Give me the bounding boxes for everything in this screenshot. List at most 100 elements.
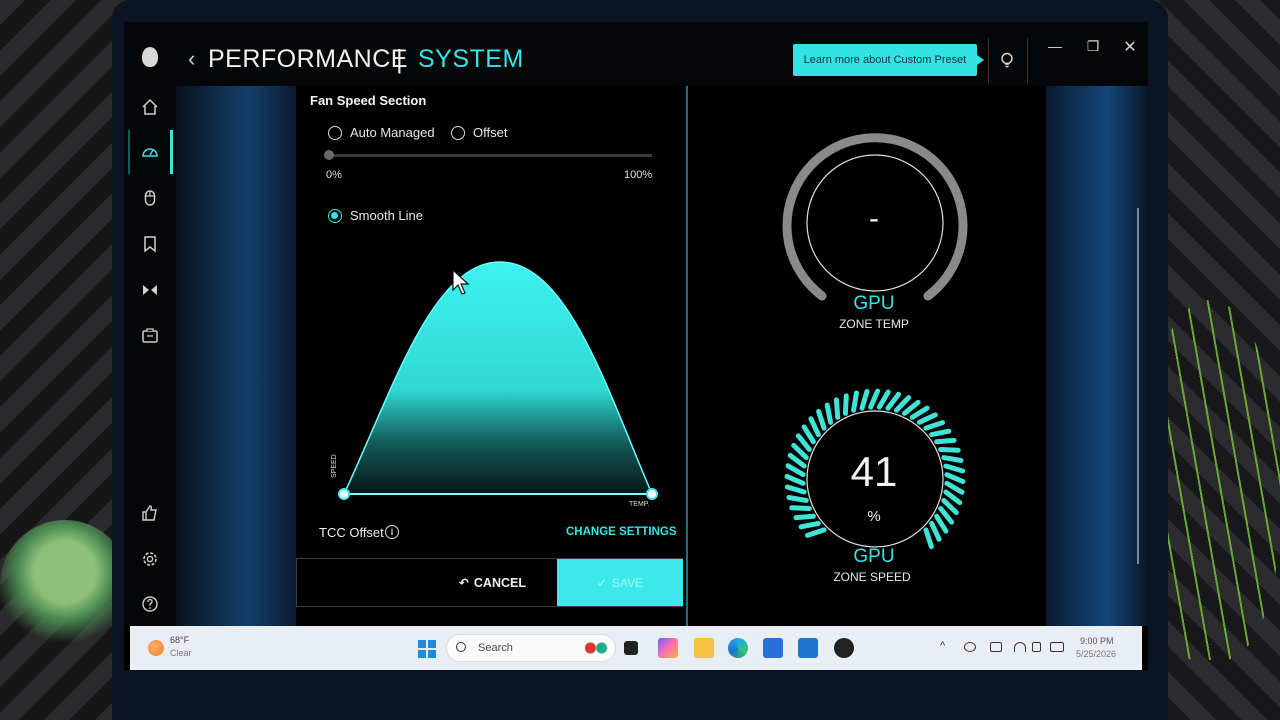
earbuds-icon: [143, 285, 157, 295]
speed-gauge-segment: [938, 446, 961, 453]
back-chevron-icon[interactable]: ‹: [188, 48, 195, 70]
close-button[interactable]: ✕: [1115, 37, 1145, 57]
tcc-offset-label: TCC Offset: [319, 525, 384, 540]
panel-divider: [686, 86, 688, 626]
background-glow: [1046, 86, 1148, 626]
fan-speed-section-title: Fan Speed Section: [310, 93, 427, 108]
weather-icon[interactable]: [148, 640, 164, 656]
clock-time[interactable]: 9:00 PM: [1080, 636, 1114, 646]
zone-speed-label: ZONE SPEED: [833, 570, 911, 584]
custom-preset-tooltip[interactable]: Learn more about Custom Preset: [793, 44, 984, 76]
sidebar-item-library[interactable]: [124, 224, 176, 264]
speed-gauge-segment: [804, 527, 827, 538]
save-button[interactable]: ✓ SAVE: [557, 559, 683, 606]
cancel-button[interactable]: ↶ CANCEL: [296, 558, 556, 607]
check-icon: ✓: [596, 575, 607, 590]
speedometer-icon: [142, 148, 158, 157]
offset-radio[interactable]: [451, 126, 465, 140]
speed-gauge-segment: [916, 412, 938, 425]
info-icon[interactable]: i: [385, 525, 399, 539]
edge-browser-icon[interactable]: [728, 638, 748, 658]
keyboard-icon[interactable]: [990, 642, 1002, 652]
home-icon: [142, 98, 158, 115]
clock-date[interactable]: 5/25/2026: [1076, 649, 1116, 659]
weather-temp[interactable]: 68°F: [170, 635, 189, 645]
speed-gauge-segment: [943, 463, 966, 474]
slider-max-label: 100%: [624, 169, 653, 181]
gear-icon: [143, 552, 157, 566]
minimize-button[interactable]: —: [1040, 38, 1070, 54]
taskbar: 68°F Clear Search ^ 9:00 PM 5/25/2026: [130, 626, 1142, 670]
offset-label[interactable]: Offset: [473, 125, 507, 140]
thumbs-up-icon: [142, 505, 157, 521]
title-bar: ‹ PERFORMANCE | SYSTEM Learn more about …: [124, 22, 1148, 86]
sidebar-item-mouse[interactable]: [124, 178, 176, 218]
offset-slider-track[interactable]: [328, 154, 652, 157]
smooth-line-radio[interactable]: [328, 209, 342, 223]
speed-gauge-segment: [934, 513, 949, 534]
tray-chevron-icon[interactable]: ^: [940, 640, 945, 652]
search-label[interactable]: Search: [478, 642, 513, 654]
cancel-label: CANCEL: [473, 575, 526, 590]
sidebar-item-console[interactable]: [124, 316, 176, 356]
speed-gauge-segment: [833, 397, 841, 420]
fan-curve-graph[interactable]: SPEED TEMP.: [322, 242, 662, 512]
file-explorer-icon[interactable]: [694, 638, 714, 658]
alienware-app-icon[interactable]: [834, 638, 854, 658]
battery-icon[interactable]: [1050, 642, 1064, 652]
speed-gauge-segment: [842, 393, 849, 416]
sidebar-item-home[interactable]: [124, 87, 176, 127]
speed-gauge-segment: [851, 390, 859, 413]
page-title: PERFORMANCE: [208, 45, 408, 73]
page-subtitle: SYSTEM: [418, 45, 524, 73]
gpu-speed-unit: %: [867, 508, 881, 525]
sidebar-item-performance[interactable]: [124, 132, 176, 172]
sidebar-item-help[interactable]: [124, 584, 176, 624]
scrollbar[interactable]: [1137, 208, 1139, 564]
windows-start-icon[interactable]: [418, 640, 436, 658]
save-label: SAVE: [611, 575, 644, 590]
smooth-line-label[interactable]: Smooth Line: [350, 208, 423, 223]
speed-gauge-segment: [929, 520, 942, 542]
search-highlight-icon: [582, 640, 610, 656]
speed-gauge-segment: [795, 433, 812, 452]
bookmark-icon: [144, 236, 156, 253]
gpu-temp-value: -: [869, 202, 879, 235]
zone-temp-label: ZONE TEMP: [839, 317, 909, 331]
speed-gauge-segment: [824, 402, 834, 425]
outlook-app-icon[interactable]: [798, 638, 818, 658]
wifi-icon[interactable]: [1014, 642, 1026, 652]
auto-managed-radio[interactable]: [328, 126, 342, 140]
sidebar-item-settings[interactable]: [124, 539, 176, 579]
speed-gauge-segment: [923, 527, 934, 550]
mouse-icon: [144, 190, 156, 206]
maximize-button[interactable]: ❐: [1078, 38, 1108, 55]
speed-gauge-segment: [785, 463, 806, 478]
auto-managed-label[interactable]: Auto Managed: [350, 125, 435, 140]
console-icon: [142, 328, 158, 343]
terminal-app-icon[interactable]: [624, 641, 638, 655]
speed-gauge-segment: [902, 399, 921, 416]
volume-icon[interactable]: [1032, 642, 1041, 652]
offset-slider-thumb[interactable]: [324, 150, 334, 160]
mouse-cursor-icon: [452, 268, 470, 295]
lightbulb-icon[interactable]: [1000, 52, 1014, 70]
title-separator: |: [396, 44, 403, 74]
speed-gauge-segment: [941, 455, 964, 463]
alienware-logo-icon: [142, 47, 158, 67]
sidebar-item-feedback[interactable]: [124, 493, 176, 533]
weather-desc[interactable]: Clear: [170, 648, 192, 658]
curve-point-start: [338, 488, 350, 500]
laptop-screen: ‹ PERFORMANCE | SYSTEM Learn more about …: [124, 22, 1148, 670]
speed-gauge-segment: [789, 505, 812, 512]
sidebar: [124, 86, 176, 626]
title-divider: [988, 38, 989, 84]
copilot-app-icon[interactable]: [658, 638, 678, 658]
store-app-icon[interactable]: [763, 638, 783, 658]
change-settings-link[interactable]: CHANGE SETTINGS: [566, 526, 677, 538]
speed-gauge-segment: [808, 416, 821, 438]
speed-gauge-segment: [786, 495, 809, 503]
help-icon: [142, 596, 158, 612]
sidebar-item-accessories[interactable]: [124, 270, 176, 310]
cloud-icon[interactable]: [964, 642, 976, 652]
